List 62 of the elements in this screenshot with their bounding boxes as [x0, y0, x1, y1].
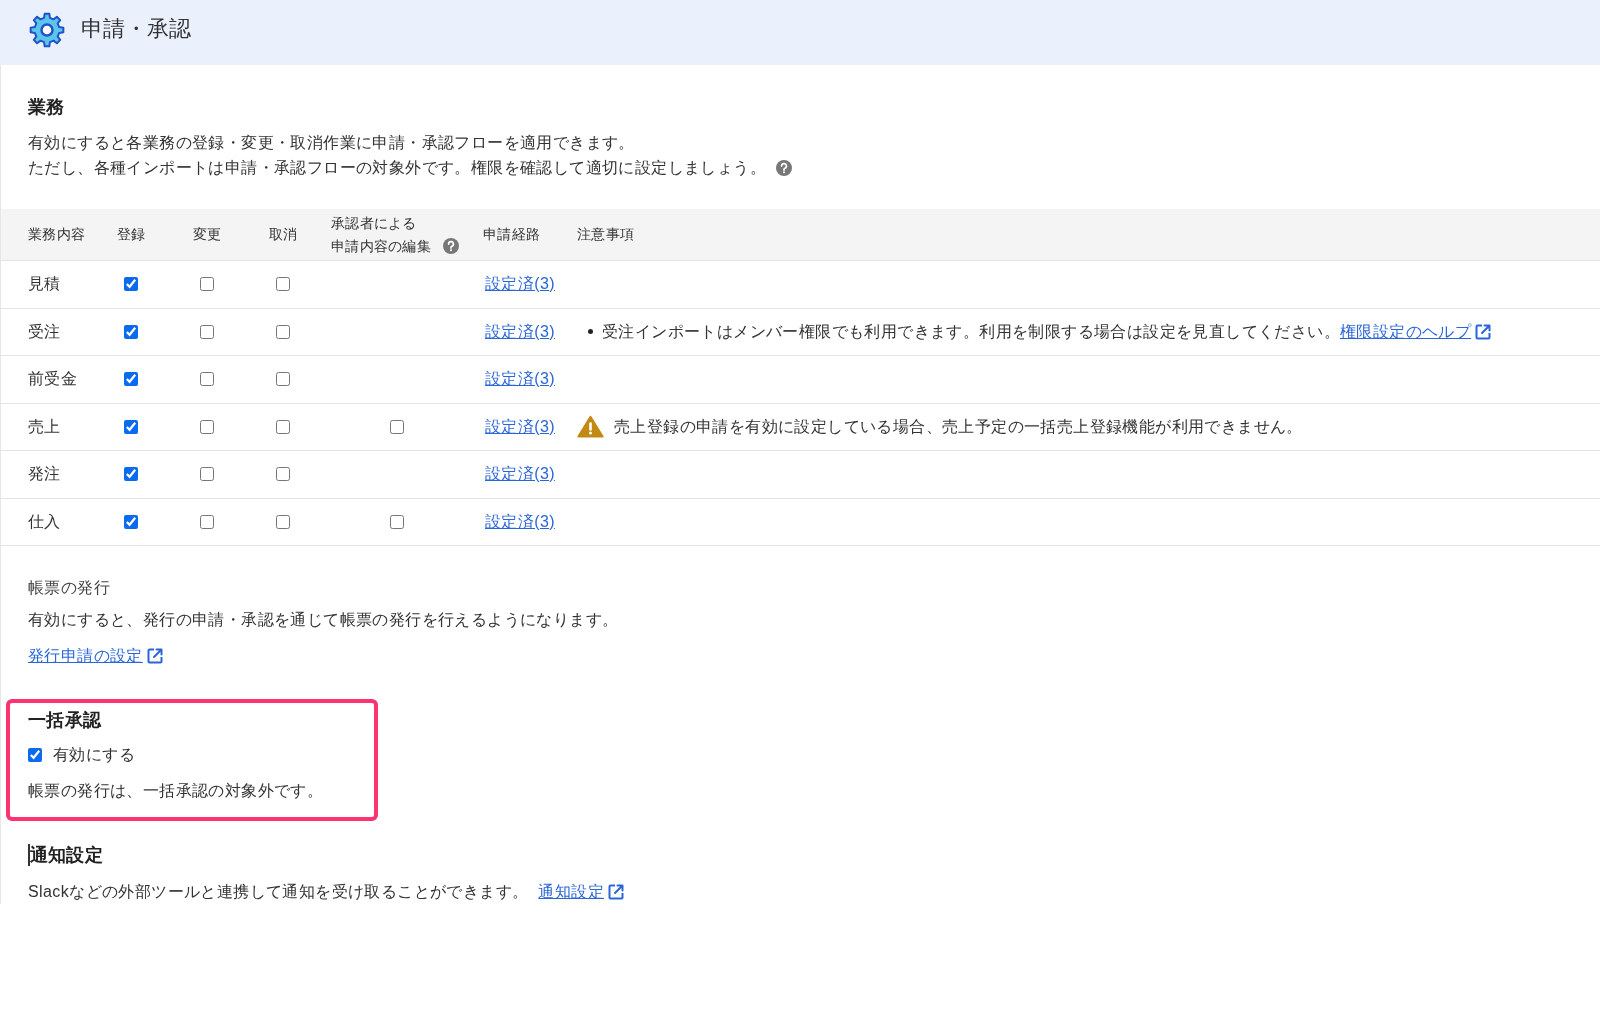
task-name: 売上: [28, 417, 61, 435]
change-checkbox[interactable]: [200, 514, 214, 529]
section-description: ただし、各種インポートは申請・承認フローの対象外です。権限を確認して適切に設定しましょう。: [28, 158, 766, 178]
warning-icon: [577, 415, 604, 439]
route-link[interactable]: 設定済(3): [485, 319, 555, 344]
register-checkbox[interactable]: [124, 419, 138, 434]
column-header: 登録: [116, 225, 146, 244]
approver-edit-checkbox[interactable]: [390, 514, 404, 529]
change-checkbox[interactable]: [200, 419, 214, 434]
register-checkbox[interactable]: [124, 324, 138, 339]
task-name: 見積: [28, 275, 61, 293]
column-header: 変更: [192, 225, 222, 244]
route-link[interactable]: 設定済(3): [485, 367, 555, 392]
cancel-checkbox[interactable]: [276, 419, 290, 434]
register-checkbox[interactable]: [124, 467, 138, 482]
settings-link[interactable]: 発行申請の設定: [28, 644, 165, 668]
bullet-icon: [588, 329, 593, 335]
register-checkbox[interactable]: [124, 372, 138, 387]
task-name: 発注: [28, 465, 61, 483]
change-checkbox[interactable]: [200, 277, 214, 292]
checkbox-label[interactable]: 有効にする: [53, 743, 135, 767]
help-link[interactable]: 権限設定のヘルプ: [1340, 319, 1494, 344]
register-checkbox[interactable]: [124, 277, 138, 292]
register-checkbox[interactable]: [124, 514, 138, 529]
external-link-icon: [1473, 321, 1494, 342]
cancel-checkbox[interactable]: [276, 324, 290, 339]
column-header: 注意事項: [577, 225, 635, 244]
approver-edit-checkbox[interactable]: [390, 419, 404, 434]
note-text: 受注インポートはメンバー権限でも利用できます。利用を制限する場合は設定を見直してください。: [602, 321, 1340, 342]
section-description: 有効にすると各業務の登録・変更・取消作業に申請・承認フローを適用できます。: [28, 133, 635, 153]
task-name: 受注: [28, 322, 61, 340]
route-link[interactable]: 設定済(3): [485, 414, 555, 439]
cancel-checkbox[interactable]: [276, 514, 290, 529]
cancel-checkbox[interactable]: [276, 467, 290, 482]
change-checkbox[interactable]: [200, 467, 214, 482]
task-name: 前受金: [28, 370, 78, 388]
route-link[interactable]: 設定済(3): [485, 509, 555, 534]
column-header: 業務内容: [28, 226, 86, 242]
section-description: 有効にすると、発行の申請・承認を通じて帳票の発行を行えるようになります。: [28, 610, 620, 630]
section-note: 帳票の発行は、一括承認の対象外です。: [28, 781, 325, 801]
external-link-icon: [144, 646, 165, 666]
change-checkbox[interactable]: [200, 324, 214, 339]
enable-checkbox[interactable]: [28, 748, 42, 762]
gear-icon: [29, 11, 65, 48]
column-header: 申請経路: [483, 225, 541, 244]
warning-text: 売上登録の申請を有効に設定している場合、売上予定の一括売上登録機能が利用できません。: [614, 416, 1303, 437]
notification-settings-link[interactable]: 通知設定: [538, 880, 626, 904]
route-link[interactable]: 設定済(3): [485, 462, 555, 487]
change-checkbox[interactable]: [200, 372, 214, 387]
section-heading: 一括承認: [28, 709, 103, 732]
section-heading: 業務: [28, 96, 66, 119]
route-link[interactable]: 設定済(3): [485, 272, 555, 297]
cancel-checkbox[interactable]: [276, 372, 290, 387]
external-link-icon: [605, 882, 626, 902]
column-header: 承認者による 申請内容の編集: [331, 213, 432, 256]
task-name: 仕入: [28, 512, 61, 530]
column-header: 取消: [268, 225, 298, 244]
section-description: Slackなどの外部ツールと連携して通知を受け取ることができます。: [28, 882, 529, 902]
section-heading: 通知設定: [29, 844, 104, 867]
cancel-checkbox[interactable]: [276, 277, 290, 292]
page-title: 申請・承認: [81, 15, 191, 44]
subsection-label: 帳票の発行: [28, 578, 111, 598]
